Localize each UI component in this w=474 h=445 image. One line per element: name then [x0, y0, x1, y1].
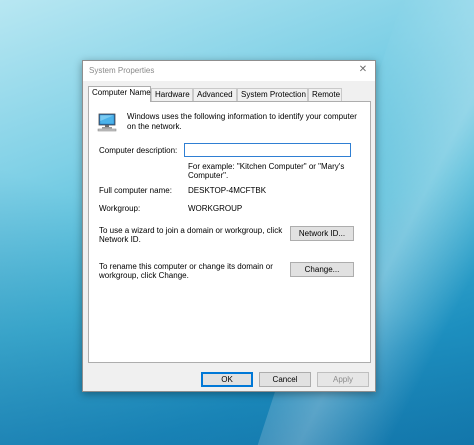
close-icon[interactable]: ✕ [357, 64, 369, 76]
system-properties-dialog: System Properties ✕ Computer Name Hardwa… [82, 60, 376, 392]
computer-name-panel: Windows uses the following information t… [88, 101, 371, 363]
tab-remote[interactable]: Remote [308, 88, 342, 101]
workgroup-value: WORKGROUP [188, 204, 243, 213]
tab-system-protection[interactable]: System Protection [237, 88, 308, 101]
full-computer-name-value: DESKTOP-4MCFTBK [188, 186, 267, 195]
example-text: For example: "Kitchen Computer" or "Mary… [188, 162, 345, 180]
full-computer-name-label: Full computer name: [99, 186, 172, 195]
change-text: To rename this computer or change its do… [99, 262, 273, 280]
intro-text: Windows uses the following information t… [127, 112, 357, 131]
network-id-button[interactable]: Network ID... [290, 226, 354, 241]
tab-advanced[interactable]: Advanced [193, 88, 237, 101]
change-button[interactable]: Change... [290, 262, 354, 277]
computer-description-label: Computer description: [99, 146, 178, 155]
window-title: System Properties [89, 66, 155, 75]
computer-icon [97, 113, 117, 132]
tab-hardware[interactable]: Hardware [151, 88, 193, 101]
title-bar: System Properties ✕ [83, 61, 375, 81]
ok-button[interactable]: OK [201, 372, 253, 387]
computer-description-input[interactable] [184, 143, 351, 157]
apply-button[interactable]: Apply [317, 372, 369, 387]
tab-computer-name[interactable]: Computer Name [88, 86, 151, 102]
workgroup-label: Workgroup: [99, 204, 141, 213]
cancel-button[interactable]: Cancel [259, 372, 311, 387]
network-id-text: To use a wizard to join a domain or work… [99, 226, 283, 244]
